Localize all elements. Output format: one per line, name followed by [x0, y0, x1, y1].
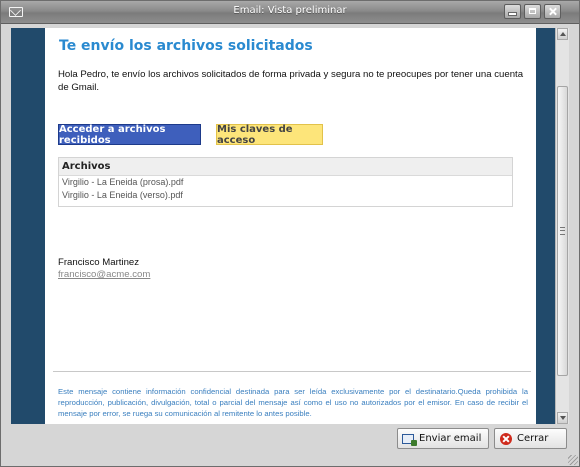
signature-name: Francisco Martinez: [58, 257, 140, 268]
email-heading: Te envío los archivos solicitados: [59, 38, 313, 54]
minimize-button[interactable]: [504, 4, 521, 19]
maximize-button[interactable]: [524, 4, 541, 19]
vertical-scrollbar[interactable]: [555, 28, 569, 424]
divider: [53, 371, 531, 372]
window-close-button[interactable]: [544, 4, 561, 19]
access-files-button[interactable]: Acceder a archivos recibidos: [58, 124, 201, 146]
title-bar[interactable]: Email: Vista preliminar: [1, 1, 579, 24]
send-email-label: Enviar email: [419, 433, 482, 444]
close-button[interactable]: Cerrar: [494, 428, 567, 449]
email-body: Hola Pedro, te envío los archivos solici…: [58, 69, 524, 93]
disclaimer: Este mensaje contiene información confid…: [58, 387, 528, 418]
scroll-up-arrow-icon[interactable]: [557, 28, 568, 40]
window-title: Email: Vista preliminar: [233, 5, 347, 16]
email-content: Te envío los archivos solicitados Hola P…: [45, 28, 536, 424]
resize-grip-icon[interactable]: [568, 455, 578, 465]
close-icon: [500, 432, 512, 445]
access-keys-button[interactable]: Mis claves de acceso: [216, 124, 323, 146]
send-mail-icon: [402, 433, 417, 446]
signature-email-link[interactable]: francisco@acme.com: [58, 269, 150, 280]
file-item[interactable]: Virgilio - La Eneida (verso).pdf: [59, 189, 512, 202]
files-panel: Archivos Virgilio - La Eneida (prosa).pd…: [58, 157, 513, 207]
close-label: Cerrar: [517, 433, 549, 444]
scrollbar-thumb[interactable]: [557, 86, 568, 376]
grip-icon: [560, 227, 565, 235]
files-header: Archivos: [59, 158, 512, 176]
scroll-down-arrow-icon[interactable]: [557, 412, 568, 424]
file-item[interactable]: Virgilio - La Eneida (prosa).pdf: [59, 176, 512, 189]
send-email-button[interactable]: Enviar email: [397, 428, 489, 449]
email-preview-area: Te envío los archivos solicitados Hola P…: [11, 28, 555, 424]
